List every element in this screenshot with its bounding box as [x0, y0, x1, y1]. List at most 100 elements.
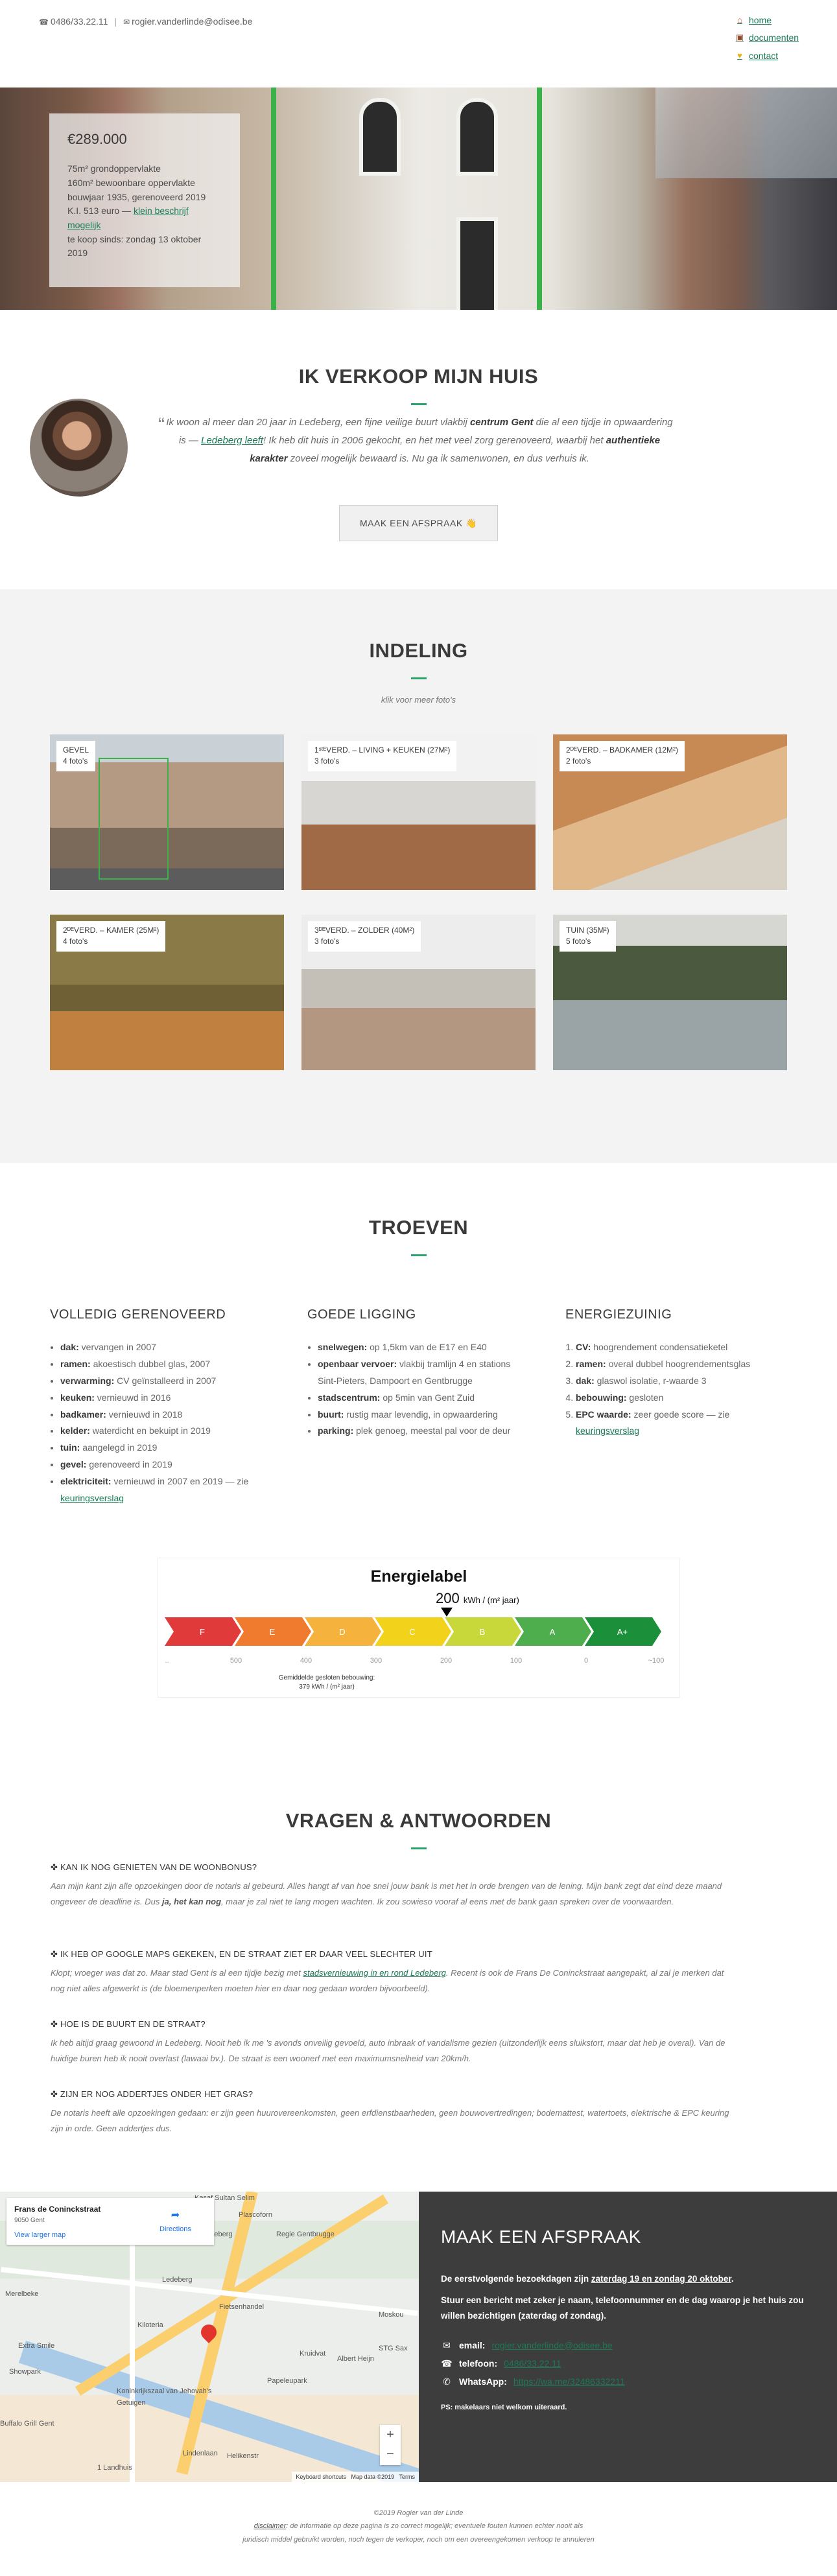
title-underline	[410, 403, 427, 405]
hero-line: 75m² grondoppervlakte	[67, 163, 161, 174]
contact-rows: ✉ email: rogier.vanderlinde@odisee.be ☎ tel…	[441, 2338, 815, 2389]
nav-contact[interactable]: ♥ contact	[735, 49, 799, 63]
contact-section: Kasaf Sultan Selim Plascoforn Ledeberg R…	[0, 2192, 837, 2482]
zoom-controls[interactable]: + −	[380, 2425, 401, 2465]
list-item: dak: glaswol isolatie, r-waarde 3	[576, 1373, 786, 1390]
faq-item: ✤ HOE IS DE BUURT EN DE STRAAT? Ik heb a…	[51, 2018, 738, 2067]
google-map[interactable]: Kasaf Sultan Selim Plascoforn Ledeberg R…	[0, 2192, 419, 2482]
directions-icon: ➦	[171, 2210, 180, 2221]
hero-banner: €289.000 75m² grondoppervlakte 160m² bew…	[0, 88, 837, 310]
tile-label: 2ᴰᴱVERD. – BADKAMER (12M²) 2 foto's	[560, 741, 685, 771]
home-icon: ⌂	[737, 14, 742, 25]
list-item: keuken: vernieuwd in 2016	[60, 1390, 270, 1407]
energy-label: Energielabel 200 kWh / (m² jaar) F E D C B A A…	[158, 1558, 679, 1697]
hero-line: 160m² bewoonbare oppervlakte	[67, 177, 195, 188]
nav-home[interactable]: ⌂ home	[735, 13, 799, 27]
list-item: badkamer: vernieuwd in 2018	[60, 1407, 270, 1423]
map-label: Moskou	[379, 2311, 404, 2319]
ps-note: PS: makelaars niet welkom uiteraard.	[441, 2403, 567, 2411]
map-label: Koninkrijkszaal van Jehovah's Getuigen	[117, 2387, 212, 2407]
energy-class-label: B	[480, 1627, 486, 1637]
energy-tick-label: ...	[165, 1657, 169, 1665]
tile-label: 2ᴰᴱVERD. – KAMER (25M²) 4 foto's	[56, 921, 166, 952]
whatsapp-link[interactable]: https://wa.me/32486332211	[513, 2374, 625, 2389]
keuringsverslag-link[interactable]: keuringsverslag	[576, 1425, 639, 1436]
hero-window	[359, 98, 401, 176]
col-heading: ENERGIEZUINIG	[565, 1307, 672, 1322]
list-item: parking: plek genoeg, meestal pal voor d…	[318, 1423, 528, 1440]
faq-item: ✤ KAN IK NOG GENIETEN VAN DE WOONBONUS? …	[51, 1861, 738, 1910]
nav-documenten[interactable]: ▣ documenten	[735, 30, 799, 45]
hero-green-line	[271, 88, 276, 310]
phone-link[interactable]: 0486/33.22.11	[504, 2356, 561, 2371]
main-nav: ⌂ home ▣ documenten ♥ contact	[735, 13, 799, 63]
tile-label: GEVEL 4 foto's	[56, 741, 96, 771]
energy-scale: F E D C B A A+... 500 400 300 200 100 0 ~100	[165, 1617, 664, 1665]
stadsvernieuwing-link[interactable]: stadsvernieuwing in en rond Ledeberg	[303, 1968, 445, 1978]
header-email[interactable]: ✉ rogier.vanderlinde@odisee.be	[123, 14, 252, 29]
keuringsverslag-link[interactable]: keuringsverslag	[60, 1493, 124, 1503]
troeven-col-energie: ENERGIEZUINIG CV: hoogrendement condensa…	[565, 1304, 786, 1440]
email-link[interactable]: rogier.vanderlinde@odisee.be	[491, 2338, 612, 2352]
faq-answer: De notaris heeft alle opzoekingen gedaan…	[51, 2107, 729, 2133]
tile-label: TUIN (35M²) 5 foto's	[560, 921, 616, 952]
header-phone[interactable]: ☎ 0486/33.22.11	[39, 14, 108, 29]
list-item: CV: hoogrendement condensatieketel	[576, 1339, 786, 1356]
room-tile-living[interactable]: 1ˢᵗᴱVERD. – LIVING + KEUKEN (27M²) 3 foto…	[301, 734, 536, 890]
section-title: VRAGEN & ANTWOORDEN	[285, 1809, 552, 1832]
indeling-hint: klik voor meer foto's	[381, 694, 456, 705]
energy-tick-label: 400	[300, 1657, 312, 1665]
visit-days-link[interactable]: zaterdag 19 en zondag 20 oktober	[591, 2274, 731, 2284]
list-item: dak: vervangen in 2007	[60, 1339, 270, 1356]
directions-button[interactable]: ➦ Directions	[159, 2207, 191, 2235]
room-tile-gevel[interactable]: GEVEL 4 foto's	[50, 734, 284, 890]
header-contact: ☎ 0486/33.22.11 | ✉ rogier.vanderlinde@odi…	[39, 14, 252, 29]
energy-pointer-icon	[441, 1608, 453, 1617]
map-label: Ledeberg	[162, 2276, 193, 2284]
ledeberg-leeft-link[interactable]: Ledeberg leeft	[201, 435, 263, 446]
map-label: STG Sax	[379, 2345, 408, 2352]
contact-row-email: ✉ email: rogier.vanderlinde@odisee.be	[441, 2338, 815, 2352]
room-tile-zolder[interactable]: 3ᴰᴱVERD. – ZOLDER (40M²) 3 foto's	[301, 915, 536, 1070]
map-label: Kiloteria	[137, 2321, 163, 2329]
map-label: 1 Landhuis	[97, 2464, 132, 2472]
map-label: Merelbeke	[5, 2290, 39, 2298]
list-item: verwarming: CV geïnstalleerd in 2007	[60, 1373, 270, 1390]
envelope-icon: ✉	[443, 2339, 451, 2350]
heart-icon: ♥	[737, 50, 742, 60]
map-label: Helikenstr	[227, 2452, 259, 2460]
hero-info-card: €289.000 75m² grondoppervlakte 160m² bew…	[49, 113, 240, 287]
hero-line-ki: K.I. 513 euro — klein beschrijf mogelijk	[67, 205, 189, 230]
col-heading: GOEDE LIGGING	[307, 1307, 416, 1322]
list-item: openbaar vervoer: vlakbij tramlijn 4 en …	[318, 1356, 528, 1390]
room-tile-tuin[interactable]: TUIN (35M²) 5 foto's	[553, 915, 787, 1070]
list-item: buurt: rustig maar levendig, in opwaarde…	[318, 1407, 528, 1423]
energy-class-label: A+	[617, 1627, 628, 1637]
map-label: Fietsenhandel	[219, 2303, 265, 2311]
list-item: ramen: overal dubbel hoogrendementsglas	[576, 1356, 786, 1373]
map-label: Lindenlaan	[183, 2450, 218, 2457]
room-tile-kamer[interactable]: 2ᴰᴱVERD. – KAMER (25M²) 4 foto's	[50, 915, 284, 1070]
disclaimer-link[interactable]: disclaimer	[254, 2522, 287, 2530]
energy-tick-label: 100	[510, 1657, 522, 1665]
feature-list: dak: vervangen in 2007 ramen: akoestisch…	[50, 1339, 270, 1507]
contact-row-whatsapp: ✆ WhatsApp: https://wa.me/32486332211	[441, 2374, 815, 2389]
faq-answer: Klopt; vroeger was dat zo. Maar stad Gen…	[51, 1967, 724, 1993]
hero-sky	[655, 88, 837, 178]
energy-tick-label: 500	[230, 1657, 242, 1665]
room-tile-badkamer[interactable]: 2ᴰᴱVERD. – BADKAMER (12M²) 2 foto's	[553, 734, 787, 890]
section-title: IK VERKOOP MIJN HUIS	[298, 365, 539, 388]
title-underline	[410, 1254, 427, 1256]
zoom-in-icon[interactable]: +	[380, 2425, 401, 2444]
map-label: Extra Smile	[18, 2342, 55, 2350]
appointment-button[interactable]: MAAK EEN AFSPRAAK 👋	[339, 505, 498, 541]
list-item: elektriciteit: vernieuwd in 2007 en 2019…	[60, 1473, 270, 1507]
feature-list: snelwegen: op 1,5km van de E17 en E40 op…	[307, 1339, 528, 1440]
map-label: Albert Heijn	[337, 2355, 374, 2363]
col-heading: VOLLEDIG GERENOVEERD	[50, 1307, 226, 1322]
avatar	[30, 399, 128, 497]
zoom-out-icon[interactable]: −	[380, 2444, 401, 2464]
map-label: Plascoforn	[239, 2211, 272, 2219]
section-title: TROEVEN	[368, 1216, 469, 1239]
visit-days: De eerstvolgende bezoekdagen zijn zaterd…	[441, 2273, 734, 2284]
